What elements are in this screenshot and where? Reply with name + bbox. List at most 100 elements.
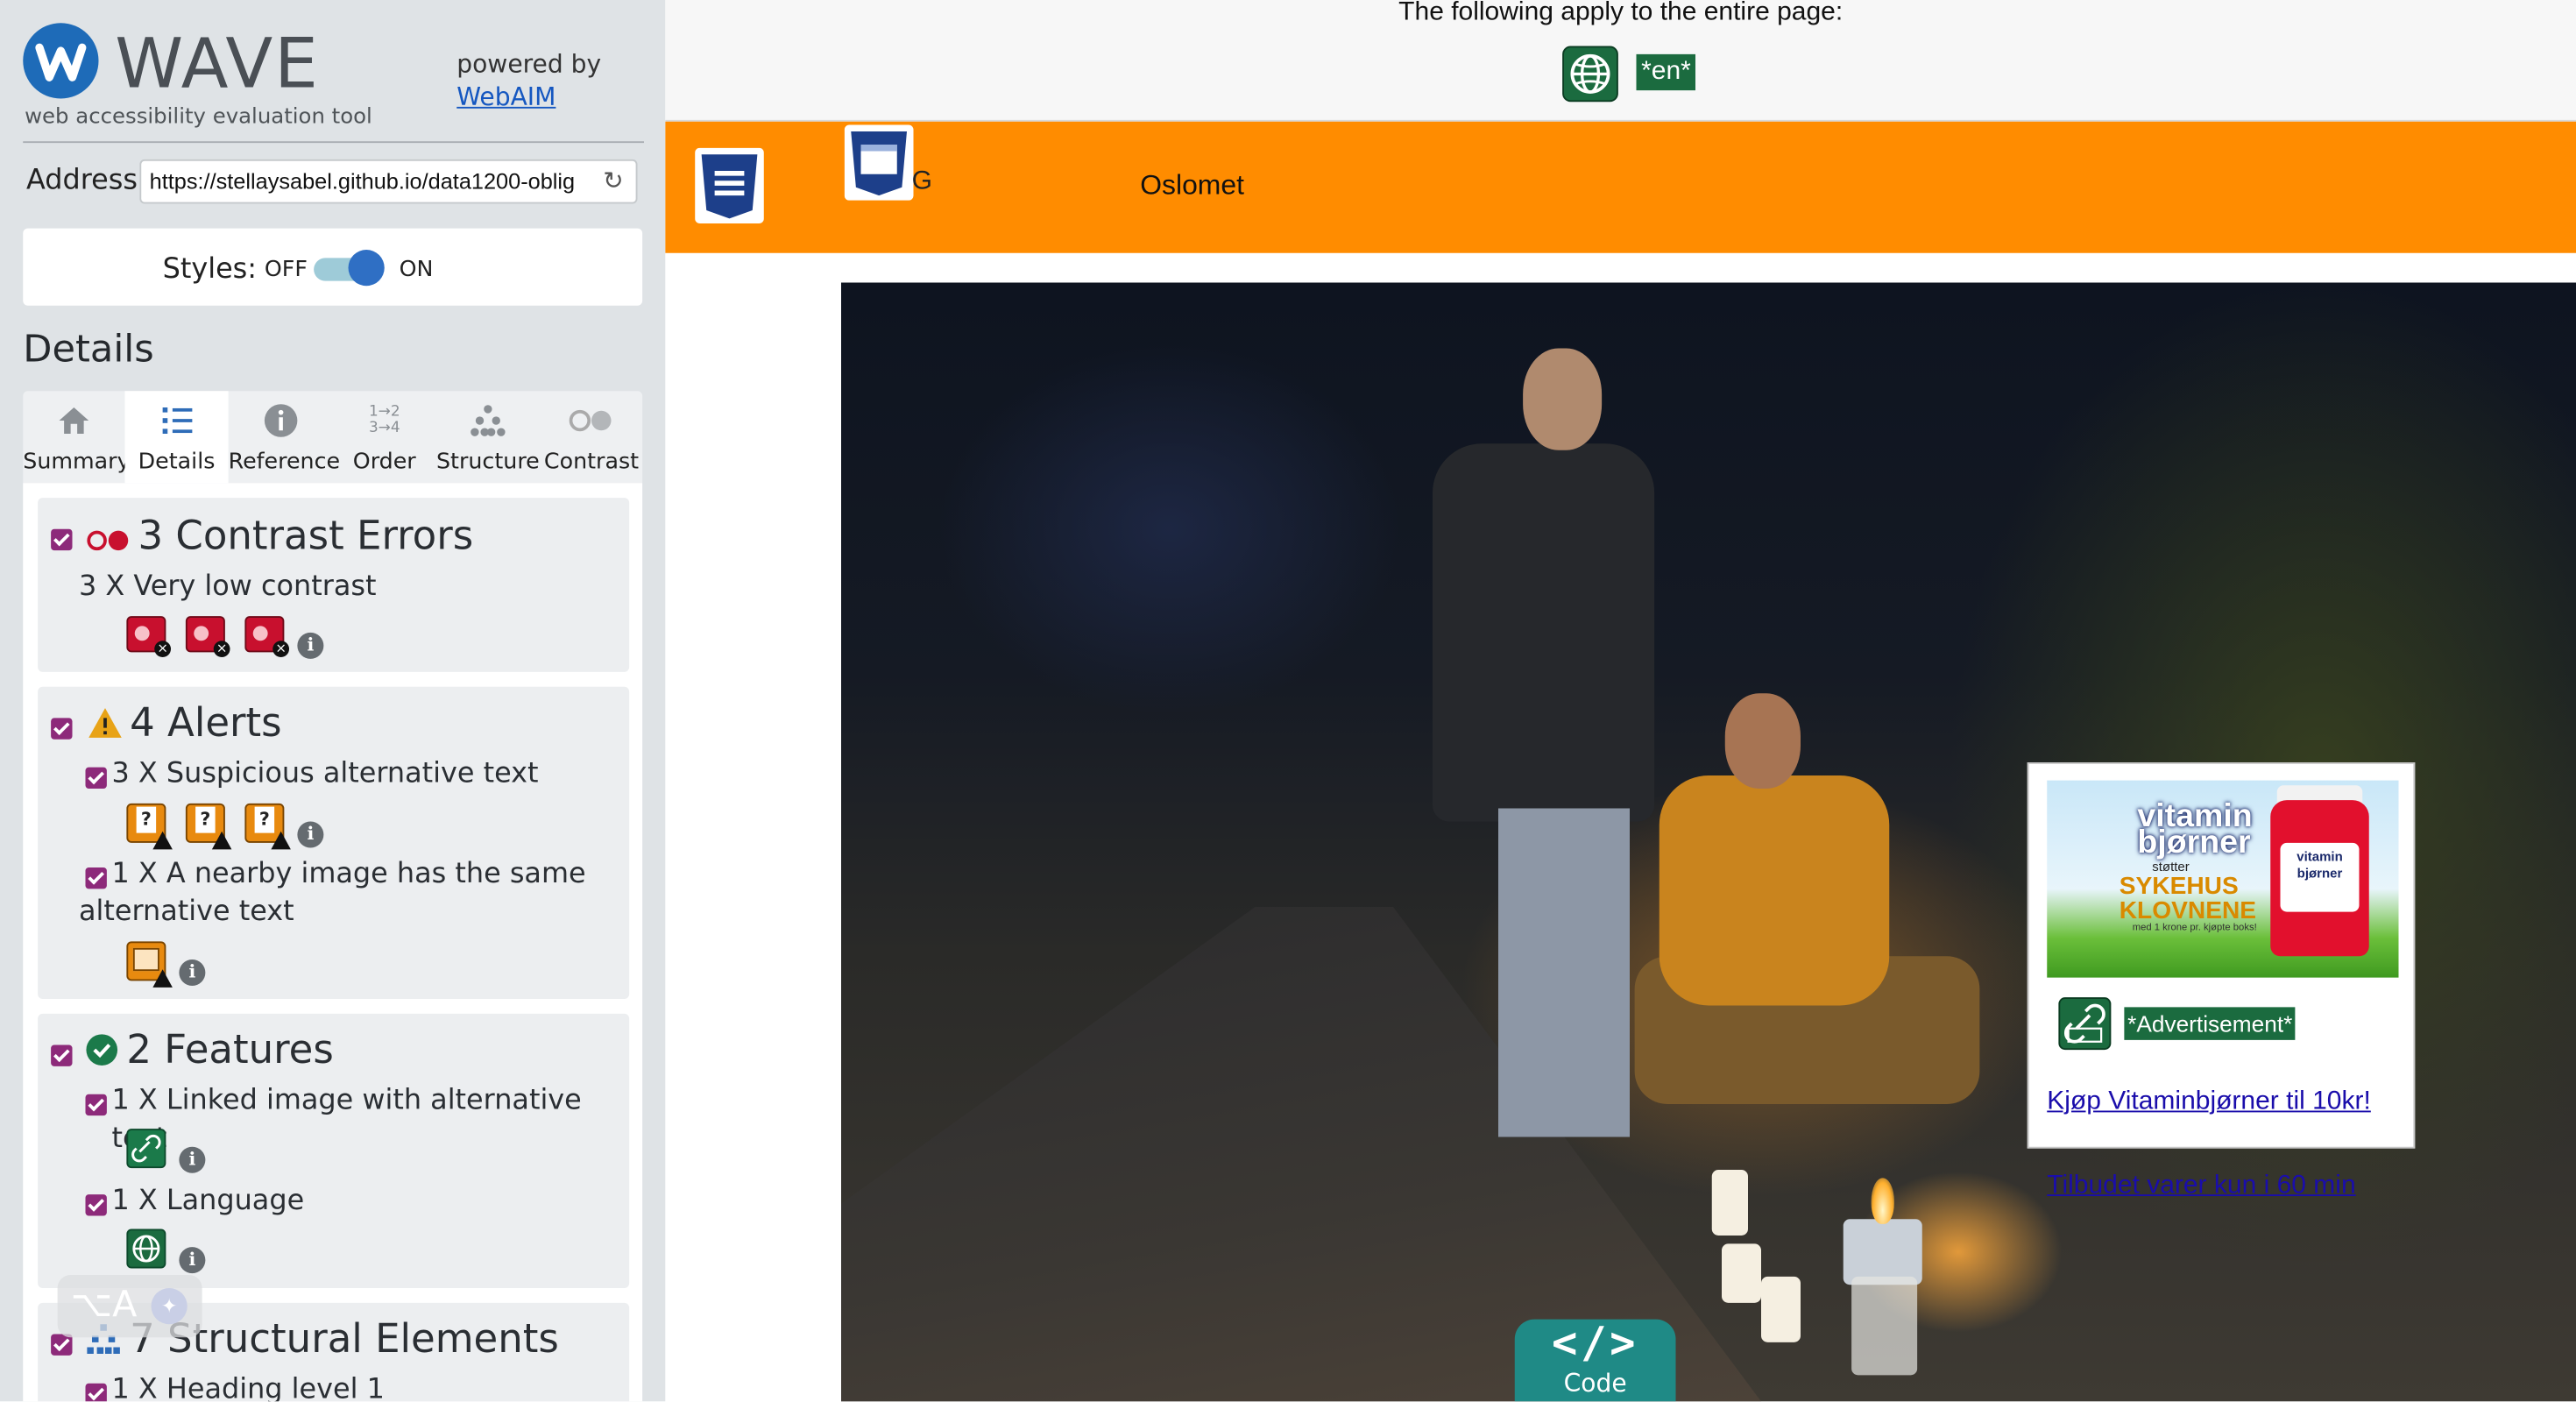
- address-field[interactable]: https://stellaysabel.github.io/data1200-…: [139, 159, 638, 204]
- tab-details[interactable]: Details: [124, 391, 229, 484]
- features-section: 2 Features 1 X Linked image with alterna…: [38, 1013, 630, 1288]
- ad-link[interactable]: Kjøp Vitaminbjørner til 10kr!: [2047, 1087, 2371, 1117]
- code-toggle-button[interactable]: </> Code: [1514, 1319, 1676, 1402]
- html5-logo-icon[interactable]: [695, 147, 764, 223]
- styles-toggle[interactable]: [314, 250, 386, 287]
- text-assist-widget[interactable]: ⌥A ✦: [57, 1275, 202, 1338]
- tab-reference-label: Reference: [228, 448, 341, 475]
- details-heading: Details: [23, 329, 154, 372]
- styles-panel: Styles: OFF ON: [23, 228, 643, 306]
- photo-candle-jar: [1843, 1219, 1922, 1285]
- styles-off-label: OFF: [264, 256, 308, 283]
- tab-summary-label: Summary: [23, 448, 131, 475]
- advertisement-tag[interactable]: *Advertisement*: [2124, 1007, 2296, 1040]
- language-label: 1 X Language: [111, 1184, 305, 1218]
- nav-item-oslomet[interactable]: Oslomet: [1140, 169, 1244, 202]
- globe-icon[interactable]: [1562, 46, 1618, 103]
- ad-bottle-label: vitamin bjørner: [2280, 842, 2360, 912]
- list-icon: [125, 402, 229, 438]
- page-preview: The following apply to the entire page: …: [665, 0, 2576, 1402]
- html5-logo-icon[interactable]: [844, 124, 914, 201]
- logo-wordmark: WAVE: [115, 23, 320, 104]
- order-icon-top: 1→2: [368, 404, 400, 421]
- suspicious-alt-label: 3 X Suspicious alternative text: [111, 757, 539, 790]
- styles-on-label: ON: [399, 256, 434, 283]
- nearby-image-label: 1 X A nearby image has the same alternat…: [79, 857, 586, 929]
- very-low-contrast-label: 3 X Very low contrast: [79, 570, 377, 604]
- sparkle-icon[interactable]: ✦: [151, 1288, 188, 1325]
- info-icon[interactable]: i: [179, 1247, 206, 1274]
- details-panel: 3 Contrast Errors 3 X Very low contrast …: [23, 483, 643, 1402]
- tab-details-label: Details: [138, 448, 216, 475]
- ad-image[interactable]: vitamin bjørner vitamin bjørner støtter S…: [2047, 780, 2399, 978]
- tab-contrast[interactable]: Contrast: [541, 391, 642, 483]
- ad-image-headline: SYKEHUS KLOVNENE: [2119, 872, 2257, 925]
- home-icon: [23, 402, 124, 438]
- suspicious-alt-marker-icon[interactable]: ?: [244, 803, 291, 850]
- contrast-errors-section: 3 Contrast Errors 3 X Very low contrast …: [38, 498, 630, 672]
- ad-image-fineprint: med 1 krone pr. kjøpte boks!: [2132, 923, 2257, 933]
- structure-icon: [435, 402, 541, 438]
- suspicious-alt-marker-icon[interactable]: ?: [185, 803, 232, 850]
- divider: [23, 141, 644, 144]
- alerts-checkbox[interactable]: [51, 718, 73, 740]
- language-marker-icon[interactable]: [126, 1229, 166, 1269]
- heading-level-checkbox[interactable]: [85, 1383, 107, 1402]
- contrast-error-marker-icon[interactable]: ×: [185, 616, 230, 657]
- site-header: G Oslomet: [665, 121, 2576, 253]
- powered-by-text: powered by: [456, 49, 602, 79]
- webaim-link[interactable]: WebAIM: [456, 81, 601, 114]
- contrast-error-marker-icon[interactable]: ×: [244, 616, 289, 657]
- page-level-text: The following apply to the entire page:: [1398, 0, 1844, 26]
- suspicious-alt-marker-icon[interactable]: ?: [126, 803, 173, 850]
- styles-label: Styles:: [162, 252, 258, 287]
- tab-summary[interactable]: Summary: [23, 391, 131, 483]
- info-icon[interactable]: i: [179, 959, 206, 986]
- ad-image-title: vitamin bjørner: [2137, 798, 2253, 861]
- linked-image-icon[interactable]: [2058, 997, 2112, 1051]
- alerts-title: 4 Alerts: [130, 699, 282, 747]
- nav-item-partial[interactable]: G: [912, 167, 932, 197]
- linked-image-marker-icon[interactable]: [126, 1129, 166, 1169]
- tab-order[interactable]: 1→2 3→4 Order: [334, 391, 435, 483]
- linked-image-checkbox[interactable]: [85, 1094, 107, 1116]
- offer-link[interactable]: Tilbudet varer kun i 60 min: [2047, 1172, 2355, 1201]
- code-label: Code: [1563, 1368, 1627, 1398]
- order-icon-bottom: 3→4: [368, 421, 400, 437]
- alert-warning-icon: [87, 706, 123, 740]
- address-value[interactable]: https://stellaysabel.github.io/data1200-…: [150, 169, 593, 194]
- suspicious-alt-checkbox[interactable]: [85, 767, 107, 789]
- info-icon: [229, 402, 334, 438]
- contrast-error-icon: [86, 528, 132, 551]
- advertisement-box: vitamin bjørner vitamin bjørner støtter S…: [2027, 762, 2416, 1149]
- alerts-section: 4 Alerts 3 X Suspicious alternative text…: [38, 686, 630, 999]
- nearby-image-marker-icon[interactable]: [126, 941, 173, 988]
- heading-level-label: 1 X Heading level 1: [111, 1373, 385, 1402]
- address-label: Address:: [26, 164, 147, 198]
- wave-logo-icon: [23, 23, 99, 99]
- features-checkbox[interactable]: [51, 1044, 73, 1066]
- info-icon[interactable]: i: [179, 1146, 206, 1173]
- reload-icon[interactable]: ↻: [603, 168, 626, 193]
- order-icon: 1→2 3→4: [334, 402, 435, 438]
- contrast-icon: [541, 402, 642, 438]
- tab-structure[interactable]: Structure: [435, 391, 541, 483]
- text-assist-label: ⌥A: [70, 1285, 138, 1327]
- contrast-error-marker-icon[interactable]: ×: [126, 616, 171, 657]
- tab-bar: Summary Details Reference 1→2 3→4 Order …: [23, 391, 643, 484]
- photo-person-kneeling: [1626, 693, 1988, 1136]
- info-icon[interactable]: i: [297, 821, 324, 848]
- code-icon: </>: [1551, 1319, 1639, 1369]
- info-icon[interactable]: i: [297, 632, 324, 659]
- language-checkbox[interactable]: [85, 1194, 107, 1216]
- tab-contrast-label: Contrast: [543, 448, 640, 475]
- contrast-errors-checkbox[interactable]: [51, 528, 73, 551]
- toggle-knob[interactable]: [348, 250, 385, 287]
- language-tag[interactable]: *en*: [1636, 53, 1696, 91]
- tab-order-label: Order: [352, 448, 416, 475]
- wave-sidebar: WAVE web accessibility evaluation tool p…: [0, 0, 666, 1402]
- tab-reference[interactable]: Reference: [228, 391, 341, 483]
- logo-tagline: web accessibility evaluation tool: [25, 105, 372, 131]
- photo-flame: [1871, 1178, 1894, 1224]
- photo-candle-jar: [1851, 1276, 1918, 1376]
